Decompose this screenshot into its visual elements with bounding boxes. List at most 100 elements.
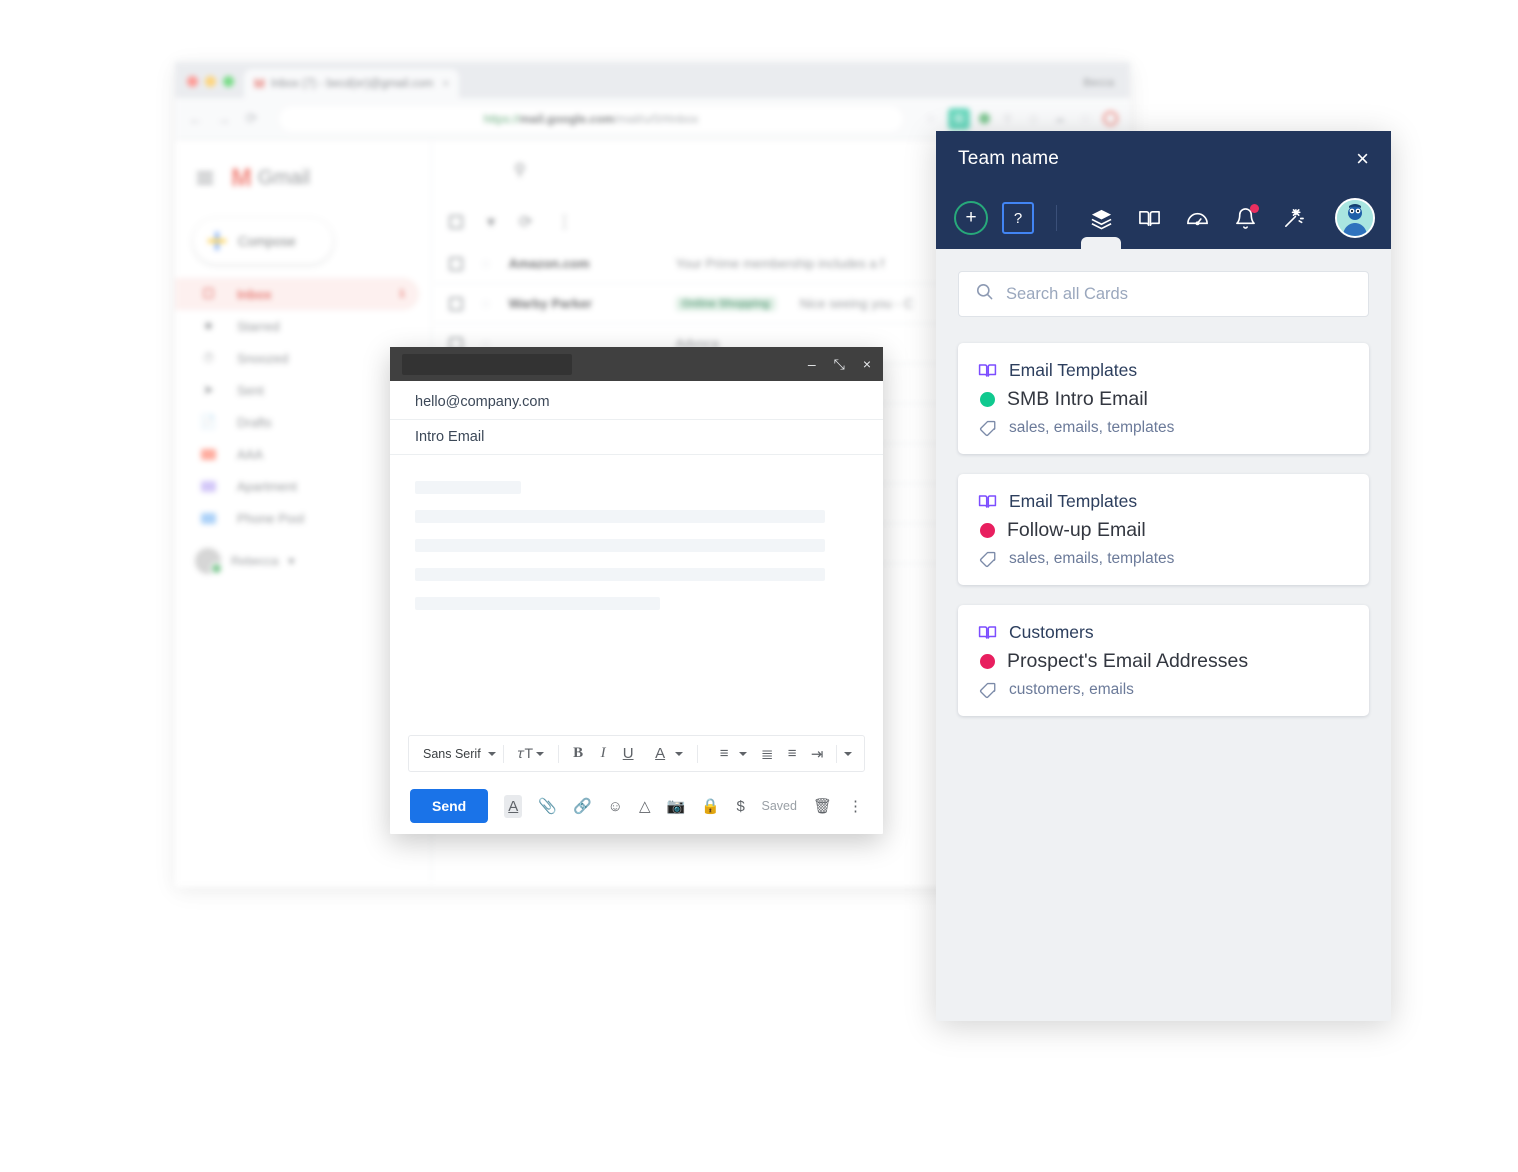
sidebar-item-starred[interactable]: ★ Starred [175, 310, 419, 342]
image-icon[interactable]: 📷 [667, 797, 686, 815]
drive-icon[interactable]: △ [639, 797, 651, 815]
italic-button[interactable]: I [591, 745, 615, 762]
more-vertical-icon[interactable]: ⋮ [556, 212, 572, 232]
refresh-icon[interactable]: ⟳ [519, 212, 532, 232]
compose-subject-field[interactable]: Intro Email [390, 420, 883, 455]
compose-button[interactable]: Compose [193, 218, 333, 264]
close-icon[interactable]: × [863, 357, 871, 371]
row-checkbox[interactable] [449, 256, 463, 271]
browser-profile-label[interactable]: Becca [1083, 77, 1114, 89]
minimize-window-dot[interactable] [205, 76, 216, 87]
inbox-icon: ☐ [202, 286, 215, 301]
list-item[interactable]: Email Templates SMB Intro Email sales, e… [958, 343, 1369, 454]
puzzle-extension-icon[interactable]: ◇ [1025, 110, 1042, 127]
expand-icon[interactable]: ⤡ [834, 357, 845, 371]
browser-tab[interactable]: M Inbox (7) - becd(er)@gmail.com × [244, 69, 459, 98]
help-button[interactable]: ? [1002, 202, 1034, 234]
tag-icon [978, 680, 997, 699]
text-color-button[interactable]: A [641, 745, 690, 762]
more-formatting-icon[interactable] [844, 751, 853, 756]
underline-button[interactable]: U [616, 745, 640, 762]
bullet-list-button[interactable]: ≡ [780, 745, 804, 762]
link-icon[interactable]: 🔗 [573, 797, 592, 815]
close-icon[interactable]: × [1356, 148, 1369, 170]
sidebar-label: Inbox [237, 286, 272, 302]
search-input[interactable] [1006, 284, 1352, 304]
sidebar-label: Starred [237, 318, 280, 334]
add-card-button[interactable]: + [954, 201, 988, 235]
tag-icon [978, 549, 997, 568]
address-bar[interactable]: https://mail.google.com/mail/u/0/#inbox [279, 105, 903, 132]
star-icon[interactable]: ☆ [480, 256, 492, 272]
search-bar[interactable] [958, 271, 1369, 317]
browser-tab-strip: M Inbox (7) - becd(er)@gmail.com × Becca [175, 62, 1130, 98]
compose-to-field[interactable]: hello@company.com [390, 385, 883, 420]
cards-list: Email Templates SMB Intro Email sales, e… [936, 317, 1391, 1021]
divider [697, 744, 699, 763]
more-vertical-icon[interactable]: ⋮ [848, 797, 863, 815]
font-size-button[interactable]: 𝜏T [511, 745, 551, 762]
trash-icon[interactable]: 🗑 [813, 797, 832, 815]
sidebar-label: Snoozed [237, 350, 289, 366]
body-placeholder-line [415, 597, 660, 610]
tab-cards[interactable] [1077, 198, 1125, 249]
tab-library[interactable] [1125, 198, 1173, 238]
font-family-select[interactable]: Sans Serif [417, 747, 487, 761]
minimize-icon[interactable]: – [808, 357, 816, 371]
compose-footer: Send A 📎 🔗 ☺ △ 📷 🔒 $ Saved 🗑 ⋮ [390, 778, 883, 834]
green-dot-extension-icon[interactable] [979, 113, 990, 124]
tab-magic[interactable] [1269, 198, 1317, 238]
forward-icon[interactable]: → [215, 111, 232, 127]
window-controls[interactable] [187, 76, 234, 98]
confidential-icon[interactable]: 🔒 [701, 797, 720, 815]
mail-sender: Warby Parker [508, 296, 592, 311]
book-icon [978, 361, 997, 380]
sidebar-item-inbox[interactable]: ☐ Inbox 1 [175, 278, 419, 310]
close-window-dot[interactable] [187, 76, 198, 87]
square-extension-icon[interactable]: □ [1077, 110, 1094, 127]
sidebar-label: Sent [237, 382, 264, 398]
sidebar-item-drafts[interactable]: 📄 Drafts [175, 406, 419, 438]
grammarly-extension-icon[interactable]: G [948, 107, 970, 130]
select-all-checkbox[interactable] [449, 215, 463, 229]
indent-button[interactable]: ⇥ [805, 745, 829, 763]
chevron-down-icon[interactable]: ▾ [487, 212, 495, 232]
card-category-row: Email Templates [978, 491, 1349, 512]
tab-close-icon[interactable]: × [443, 78, 449, 90]
sidebar-item-aaa[interactable]: AAA [175, 438, 419, 470]
list-item[interactable]: Email Templates Follow-up Email sales, e… [958, 474, 1369, 585]
align-button[interactable]: ≡ [705, 745, 754, 762]
format-icon[interactable]: A [504, 794, 523, 818]
tab-dashboard[interactable] [1173, 198, 1221, 238]
sidebar-label: Apartment [237, 478, 297, 494]
attach-icon[interactable]: 📎 [538, 797, 557, 815]
sidebar-item-apartment[interactable]: Apartment [175, 470, 419, 502]
sidebar-item-snoozed[interactable]: ⏱ Snoozed [175, 342, 419, 374]
panel-header: Team name × + ? [936, 131, 1391, 249]
avatar[interactable] [1335, 198, 1375, 238]
send-button[interactable]: Send [410, 789, 489, 823]
sidebar-label: Phone Pool [237, 510, 305, 526]
emoji-icon[interactable]: ☺ [608, 798, 623, 815]
row-checkbox[interactable] [449, 296, 463, 311]
card-title-row: Prospect's Email Addresses [978, 650, 1349, 673]
sidebar-item-sent[interactable]: ➤ Sent [175, 374, 419, 406]
record-extension-icon[interactable] [1103, 111, 1118, 126]
search-extension-icon[interactable]: ⚲ [999, 110, 1016, 127]
maximize-window-dot[interactable] [223, 76, 234, 87]
menu-icon[interactable] [197, 172, 213, 184]
bookmark-star-icon[interactable]: ☆ [922, 110, 939, 127]
reload-icon[interactable]: ⟳ [243, 110, 260, 127]
numbered-list-button[interactable]: ≣ [755, 745, 779, 763]
tab-notifications[interactable] [1221, 198, 1269, 238]
back-icon[interactable]: ← [187, 111, 204, 127]
star-icon[interactable]: ☆ [480, 296, 492, 312]
sidebar-item-phone-pool[interactable]: Phone Pool [175, 502, 419, 534]
compose-body[interactable] [390, 455, 883, 735]
list-item[interactable]: Customers Prospect's Email Addresses cus… [958, 605, 1369, 716]
chevron-down-icon[interactable] [487, 751, 496, 756]
bold-button[interactable]: B [566, 745, 590, 762]
search-section [936, 249, 1391, 317]
cloud-extension-icon[interactable]: ☁ [1051, 110, 1068, 127]
money-icon[interactable]: $ [736, 798, 746, 815]
